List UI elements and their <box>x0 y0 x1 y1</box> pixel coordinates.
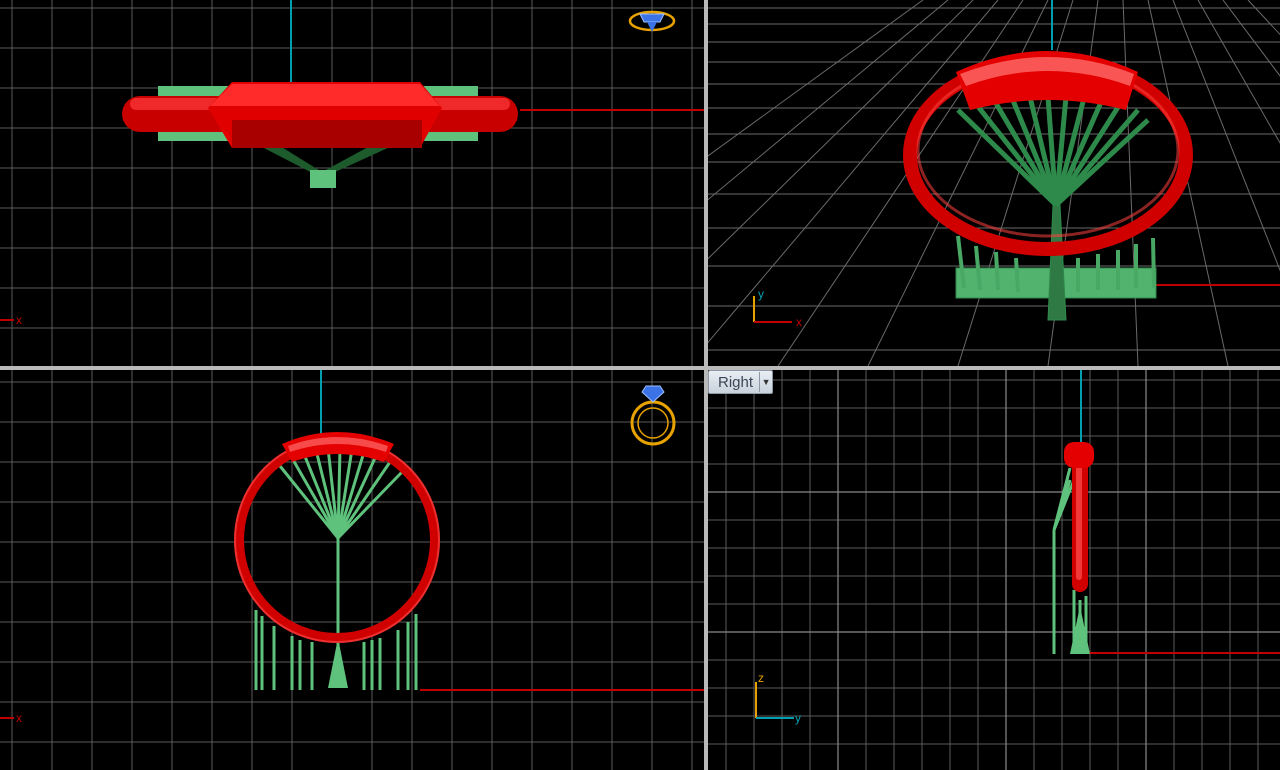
z-axis-label: z <box>758 671 764 685</box>
axis-indicator: x <box>0 313 22 327</box>
grid <box>0 370 704 770</box>
chevron-down-icon[interactable]: ▼ <box>759 372 772 392</box>
viewport-splitter-vertical[interactable] <box>704 0 708 770</box>
grid <box>708 370 1280 770</box>
ring-model <box>903 51 1193 256</box>
x-axis-label: x <box>16 313 22 327</box>
grid <box>0 0 704 366</box>
viewport-perspective[interactable]: x y <box>708 0 1280 366</box>
top-view-canvas[interactable]: x <box>0 0 704 366</box>
x-axis-label: x <box>16 711 22 725</box>
support-structure <box>955 96 1157 321</box>
support-structure <box>254 447 418 690</box>
axis-indicator: z y <box>755 671 801 725</box>
view-cube-top[interactable] <box>628 10 676 32</box>
perspective-view-canvas[interactable]: x y <box>708 0 1280 366</box>
viewport-splitter-horizontal[interactable] <box>0 366 1280 370</box>
viewport-front[interactable]: x <box>0 370 704 770</box>
viewport-top[interactable]: x <box>0 0 704 366</box>
grid-major <box>708 370 1280 770</box>
right-view-canvas[interactable]: z y <box>708 370 1280 770</box>
viewport-label-text[interactable]: Right <box>709 374 759 391</box>
grid-converging <box>708 0 1280 366</box>
axis-indicator: x <box>0 711 22 725</box>
viewport-right[interactable]: z y Right ▼ <box>708 370 1280 770</box>
front-view-canvas[interactable]: x <box>0 370 704 770</box>
viewport-title-right[interactable]: Right ▼ <box>708 370 774 394</box>
axis-indicator: x y <box>753 287 802 329</box>
x-axis-label: x <box>796 315 802 329</box>
view-cube-front[interactable] <box>630 385 676 446</box>
y-axis-label: y <box>758 287 764 301</box>
y-axis-label: y <box>795 711 801 725</box>
